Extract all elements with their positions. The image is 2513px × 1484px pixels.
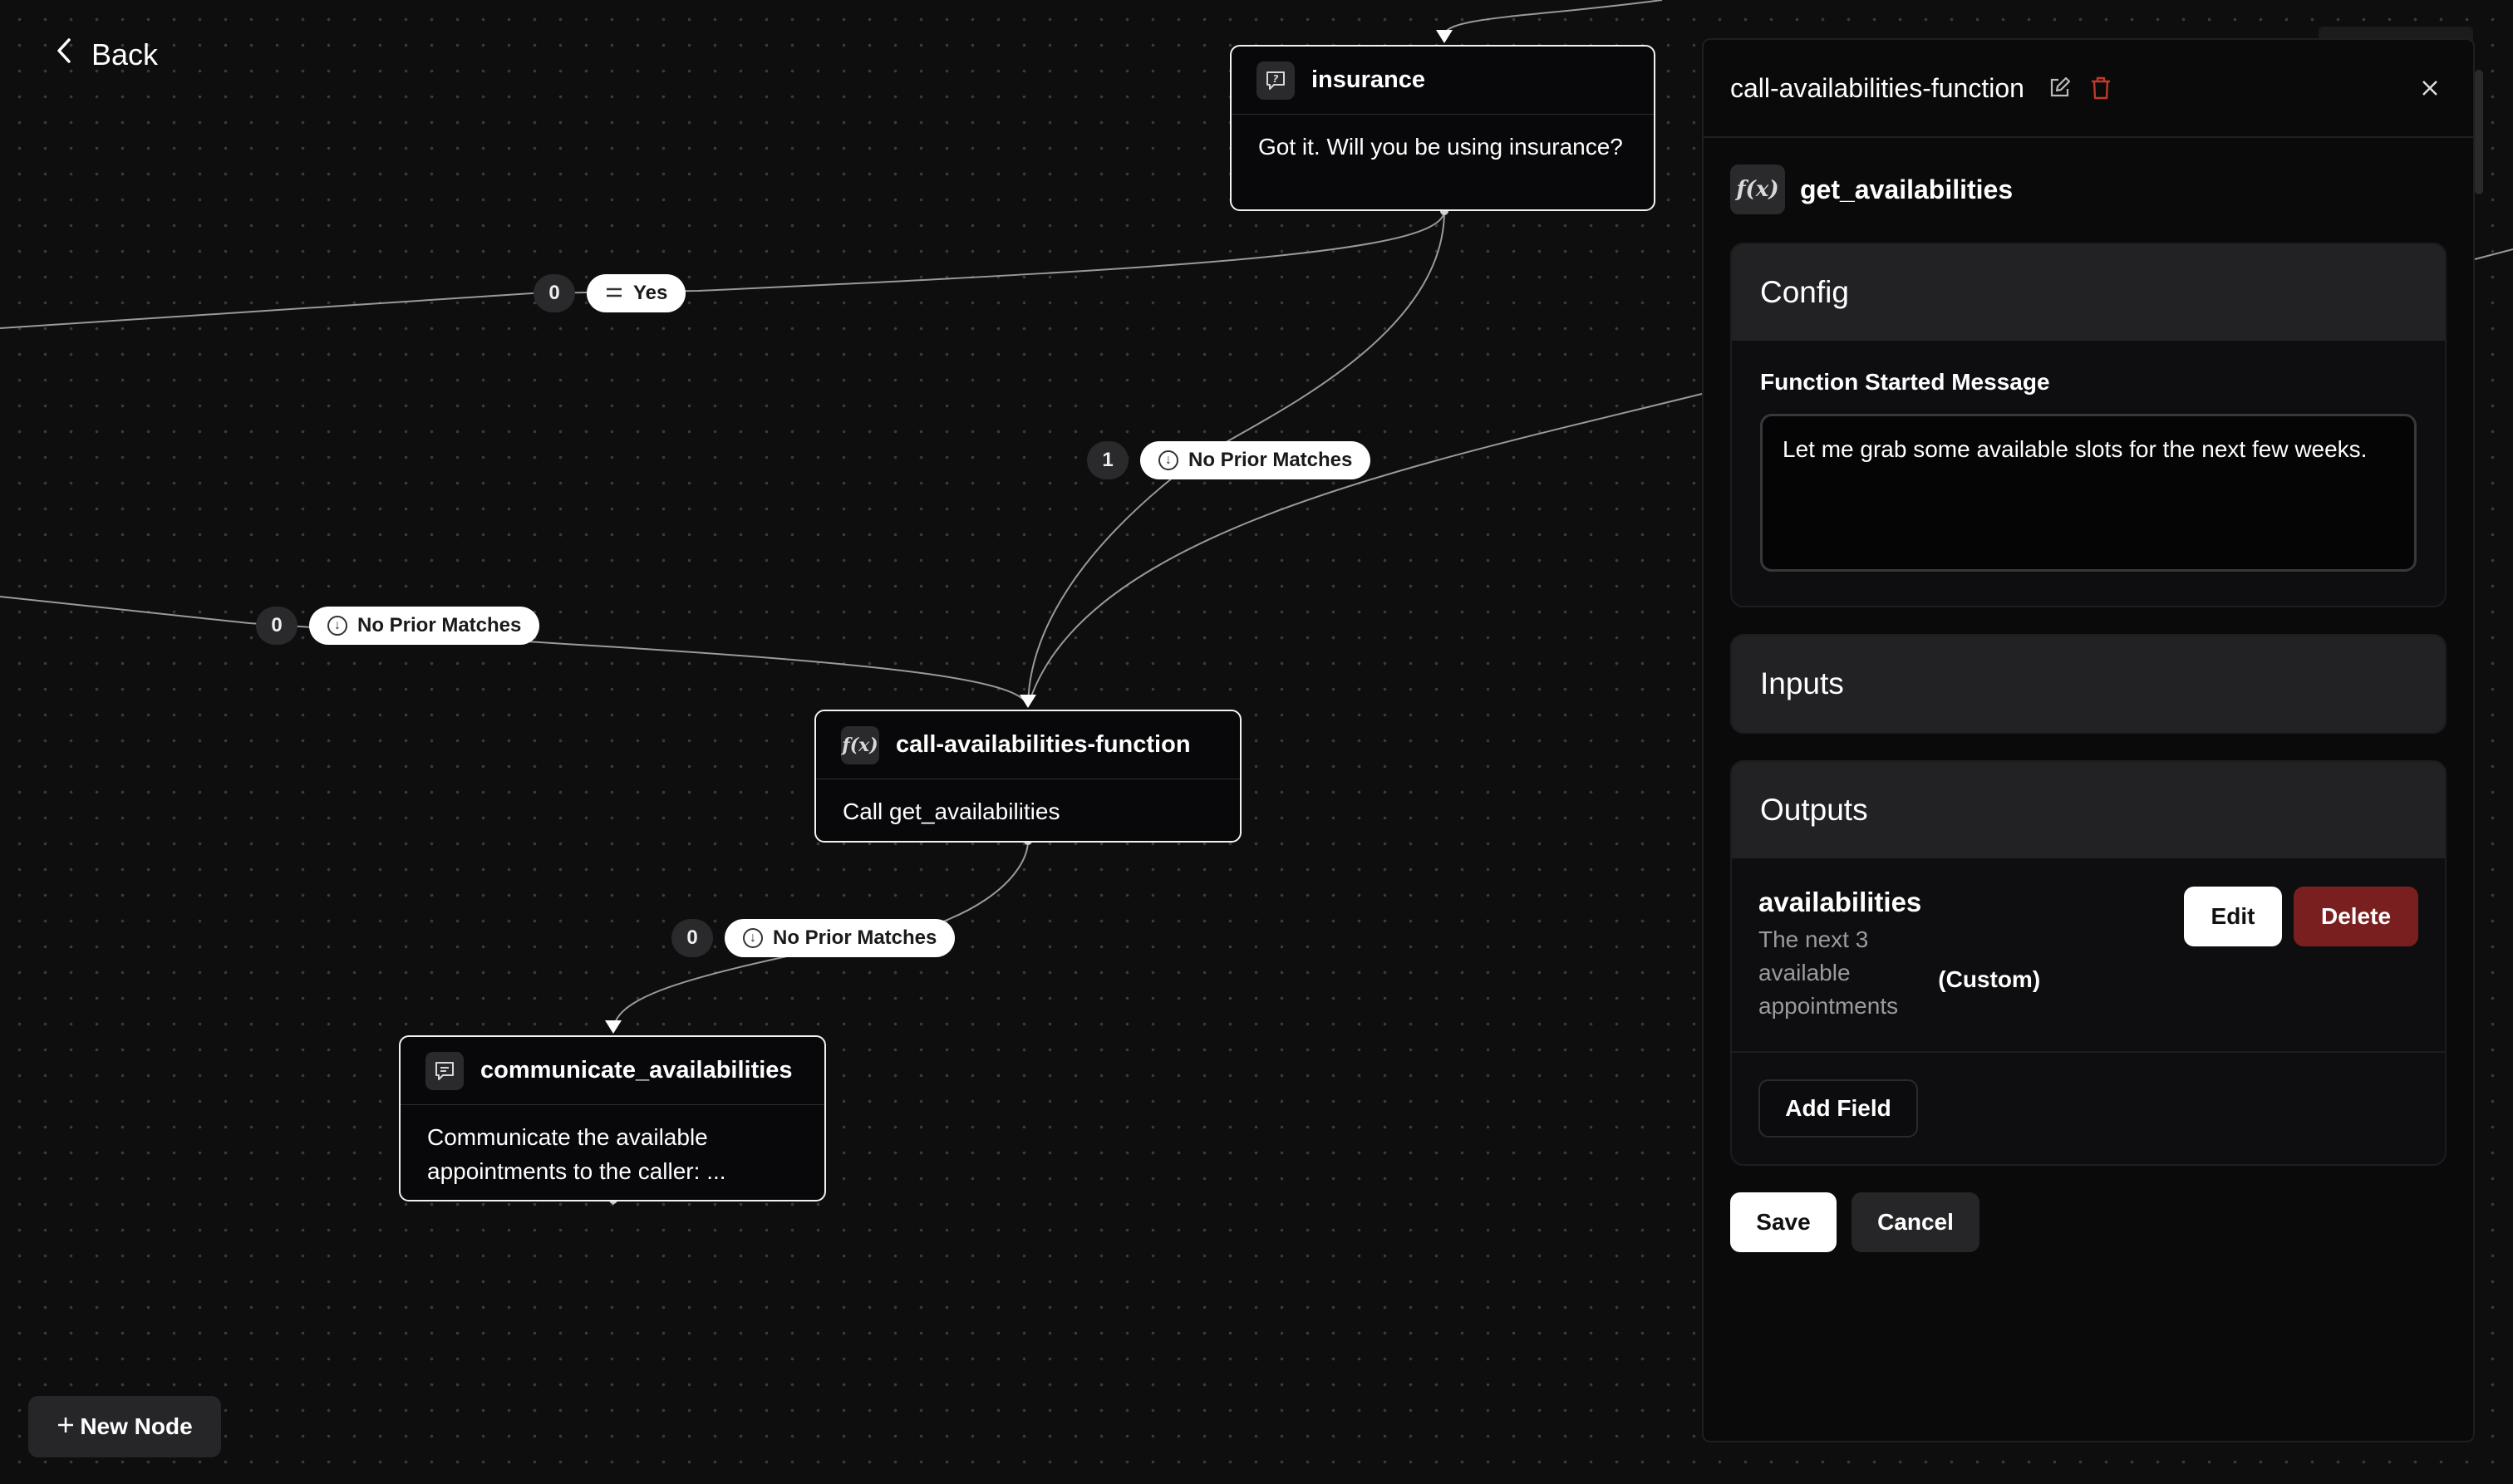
- plus-icon: [57, 1413, 75, 1440]
- scrollbar-thumb[interactable]: [2475, 70, 2483, 194]
- node-title: insurance: [1311, 66, 1425, 93]
- function-icon: f(x): [841, 725, 879, 764]
- output-actions: Edit Delete: [2184, 887, 2418, 946]
- node-call-availabilities-function[interactable]: f(x) call-availabilities-function Call g…: [814, 710, 1242, 843]
- function-icon: f(x): [1730, 165, 1785, 214]
- function-started-message-field[interactable]: [1760, 414, 2417, 572]
- edge-label-no-prior-matches[interactable]: 0 ↓ No Prior Matches: [671, 919, 956, 957]
- edge-condition-pill[interactable]: Yes: [587, 274, 686, 312]
- edge-arrow-call-function: [1020, 695, 1036, 708]
- edge-arrow-communicate: [605, 1020, 622, 1034]
- edge-condition-pill[interactable]: ↓ No Prior Matches: [309, 607, 540, 645]
- outputs-section: Outputs availabilities The next 3 availa…: [1730, 760, 2447, 1166]
- edit-icon[interactable]: [2043, 71, 2076, 105]
- node-header: ? insurance: [1232, 47, 1654, 115]
- output-description: The next 3 available appointments: [1758, 926, 1899, 1019]
- node-body: Communicate the available appointments t…: [427, 1124, 726, 1184]
- config-section: Config Function Started Message: [1730, 243, 2447, 607]
- edge-condition-pill[interactable]: ↓ No Prior Matches: [1140, 441, 1371, 479]
- edge-count: 0: [256, 607, 298, 645]
- panel-header: call-availabilities-function: [1704, 40, 2473, 138]
- node-body: Call get_availabilities: [843, 799, 1060, 824]
- function-header: f(x) get_availabilities: [1704, 138, 2473, 214]
- equals-icon: [605, 282, 623, 305]
- inputs-section: Inputs: [1730, 634, 2447, 734]
- save-button[interactable]: Save: [1730, 1192, 1837, 1252]
- inputs-section-header[interactable]: Inputs: [1732, 636, 2445, 732]
- edge-condition-pill[interactable]: ↓ No Prior Matches: [725, 919, 956, 957]
- back-label: Back: [91, 37, 159, 71]
- edge-label-yes[interactable]: 0 Yes: [534, 274, 686, 312]
- circle-arrow-down-icon: ↓: [327, 616, 347, 636]
- panel-title: call-availabilities-function: [1730, 72, 2024, 103]
- edge-condition-label: No Prior Matches: [1188, 449, 1353, 471]
- add-field-row: Add Field: [1732, 1053, 2445, 1164]
- node-communicate-availabilities[interactable]: communicate_availabilities Communicate t…: [399, 1035, 826, 1201]
- node-body: Got it. Will you be using insurance?: [1258, 134, 1623, 160]
- trash-icon[interactable]: [2084, 71, 2117, 105]
- edge-condition-label: No Prior Matches: [357, 614, 522, 636]
- edge-condition-label: No Prior Matches: [773, 926, 937, 949]
- question-bubble-icon: ?: [1256, 61, 1295, 100]
- delete-output-button[interactable]: Delete: [2294, 887, 2418, 946]
- new-node-label: New Node: [80, 1413, 193, 1439]
- outputs-section-header[interactable]: Outputs: [1732, 762, 2445, 858]
- edge-label-no-prior-matches[interactable]: 0 ↓ No Prior Matches: [256, 607, 540, 645]
- node-title: call-availabilities-function: [896, 731, 1191, 758]
- config-section-header[interactable]: Config: [1732, 244, 2445, 341]
- chat-bubble-icon: [425, 1051, 464, 1090]
- circle-arrow-down-icon: ↓: [1158, 450, 1178, 470]
- chevron-left-icon: [55, 37, 73, 72]
- output-type: (Custom): [1938, 966, 2041, 992]
- edge-count: 1: [1087, 441, 1129, 479]
- circle-arrow-down-icon: ↓: [743, 928, 763, 948]
- edge-count: 0: [671, 919, 713, 957]
- close-icon[interactable]: [2413, 71, 2447, 105]
- edit-output-button[interactable]: Edit: [2184, 887, 2282, 946]
- node-header: f(x) call-availabilities-function: [816, 711, 1240, 779]
- cancel-button[interactable]: Cancel: [1852, 1192, 1979, 1252]
- node-header: communicate_availabilities: [401, 1037, 824, 1105]
- node-title: communicate_availabilities: [480, 1057, 793, 1084]
- edge-count: 0: [534, 274, 575, 312]
- output-name: availabilities: [1758, 887, 1922, 917]
- edge-arrow-insurance: [1436, 30, 1453, 43]
- node-editor-panel: call-availabilities-function f(x) get_av…: [1702, 38, 2475, 1442]
- edge-label-no-prior-matches[interactable]: 1 ↓ No Prior Matches: [1087, 441, 1371, 479]
- new-node-button[interactable]: New Node: [28, 1396, 221, 1457]
- output-info: availabilities The next 3 available appo…: [1758, 887, 1921, 1023]
- edge-condition-label: Yes: [633, 282, 668, 304]
- output-item: availabilities The next 3 available appo…: [1732, 858, 2445, 1053]
- node-insurance[interactable]: ? insurance Got it. Will you be using in…: [1230, 45, 1655, 211]
- panel-footer: Save Cancel: [1704, 1166, 2473, 1279]
- function-name: get_availabilities: [1800, 174, 2014, 204]
- svg-text:?: ?: [1273, 73, 1279, 85]
- config-section-body: Function Started Message: [1732, 341, 2445, 606]
- function-started-message-label: Function Started Message: [1760, 369, 2050, 395]
- add-field-button[interactable]: Add Field: [1758, 1079, 1918, 1138]
- back-button[interactable]: Back: [55, 37, 158, 72]
